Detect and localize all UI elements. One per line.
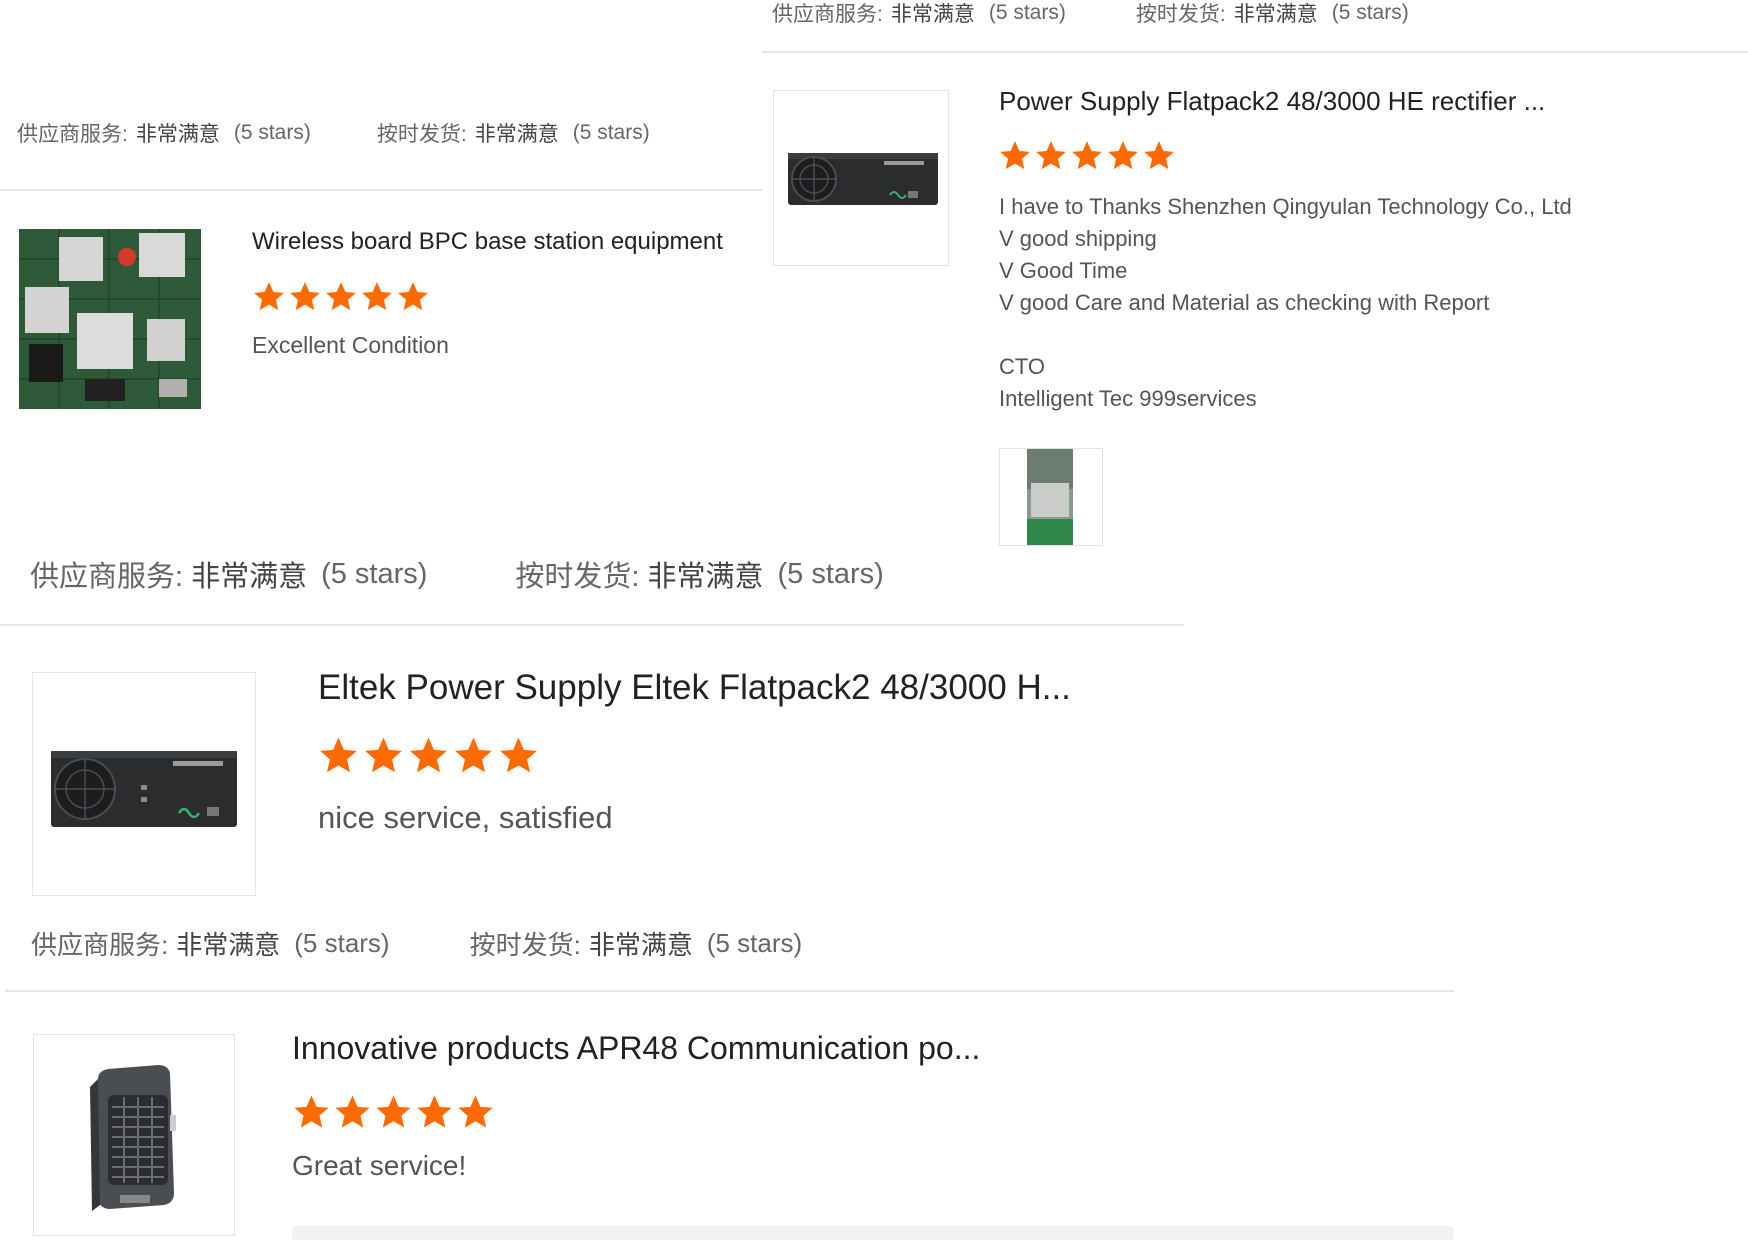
shipping-value: 非常满意 bbox=[647, 561, 764, 593]
product-title[interactable]: Power Supply Flatpack2 48/3000 HE rectif… bbox=[999, 86, 1545, 117]
shipping-value: 非常满意 bbox=[588, 930, 693, 960]
rectifier-module-image bbox=[33, 673, 255, 895]
shipping-value: 非常满意 bbox=[1233, 3, 1318, 26]
star-icon bbox=[254, 282, 284, 311]
supplier-service-label: 供应商服务: bbox=[30, 561, 184, 593]
rectifier-module-image bbox=[774, 91, 948, 265]
supplier-service-stars-text: (5 stars) bbox=[988, 1, 1066, 24]
customer-photo-image bbox=[1000, 449, 1102, 545]
review-text: I have to Thanks Shenzhen Qingyulan Tech… bbox=[999, 191, 1572, 415]
product-title[interactable]: Innovative products APR48 Communication … bbox=[292, 1030, 980, 1067]
shipping-label: 按时发货: bbox=[376, 123, 467, 146]
input-area-edge bbox=[292, 1226, 1454, 1240]
divider bbox=[762, 51, 1748, 53]
supplier-service-stars-text: (5 stars) bbox=[294, 928, 390, 958]
star-icon bbox=[500, 737, 537, 773]
supplier-service-stars-text: (5 stars) bbox=[233, 121, 311, 144]
shipping-label: 按时发货: bbox=[515, 561, 640, 593]
supplier-service-value: 非常满意 bbox=[890, 3, 975, 26]
star-icon bbox=[1108, 141, 1138, 170]
circuit-board-image bbox=[19, 229, 201, 409]
divider bbox=[0, 189, 762, 191]
apr48-rectifier-image bbox=[34, 1035, 234, 1235]
review-line: V good shipping bbox=[999, 226, 1157, 251]
shipping-stars-text: (5 stars) bbox=[777, 557, 884, 590]
star-icon bbox=[376, 1095, 411, 1128]
star-icon bbox=[320, 737, 357, 773]
star-rating bbox=[997, 139, 1177, 173]
product-title[interactable]: Wireless board BPC base station equipmen… bbox=[252, 228, 723, 256]
star-icon bbox=[335, 1095, 370, 1128]
star-icon bbox=[455, 737, 492, 773]
star-icon bbox=[1144, 141, 1174, 170]
supplier-service-value: 非常满意 bbox=[191, 561, 308, 593]
review-line: I have to Thanks Shenzhen Qingyulan Tech… bbox=[999, 194, 1572, 219]
supplier-service-value: 非常满意 bbox=[176, 930, 281, 960]
review-line: V Good Time bbox=[999, 258, 1128, 283]
rating-summary-row: 供应商服务: 非常满意 (5 stars) 按时发货: 非常满意 (5 star… bbox=[31, 925, 802, 962]
shipping-value: 非常满意 bbox=[474, 123, 559, 146]
star-icon bbox=[410, 737, 447, 773]
star-rating bbox=[316, 735, 541, 777]
star-icon bbox=[290, 282, 320, 311]
shipping-stars-text: (5 stars) bbox=[572, 121, 650, 144]
supplier-service-label: 供应商服务: bbox=[772, 3, 883, 26]
star-icon bbox=[1072, 141, 1102, 170]
shipping-stars-text: (5 stars) bbox=[1331, 1, 1409, 24]
divider bbox=[0, 624, 1184, 626]
divider bbox=[5, 990, 1454, 992]
shipping-label: 按时发货: bbox=[1135, 3, 1226, 26]
product-image[interactable] bbox=[32, 672, 256, 896]
star-rating bbox=[251, 280, 431, 314]
star-icon bbox=[294, 1095, 329, 1128]
product-title[interactable]: Eltek Power Supply Eltek Flatpack2 48/30… bbox=[318, 668, 1071, 708]
review-line: Intelligent Tec 999services bbox=[999, 386, 1257, 411]
supplier-service-label: 供应商服务: bbox=[31, 930, 169, 960]
rating-summary-row: 供应商服务: 非常满意 (5 stars) 按时发货: 非常满意 (5 star… bbox=[17, 118, 650, 148]
product-image[interactable] bbox=[19, 229, 201, 409]
star-icon bbox=[365, 737, 402, 773]
supplier-service-label: 供应商服务: bbox=[17, 123, 128, 146]
supplier-service-value: 非常满意 bbox=[135, 123, 220, 146]
star-icon bbox=[417, 1095, 452, 1128]
review-text: nice service, satisfied bbox=[318, 800, 613, 835]
product-image[interactable] bbox=[33, 1034, 235, 1236]
star-icon bbox=[326, 282, 356, 311]
review-line: CTO bbox=[999, 354, 1046, 379]
product-image[interactable] bbox=[773, 90, 949, 266]
star-icon bbox=[1036, 141, 1066, 170]
star-icon bbox=[458, 1095, 493, 1128]
supplier-service-stars-text: (5 stars) bbox=[321, 557, 428, 590]
customer-photo-thumbnail[interactable] bbox=[999, 448, 1103, 546]
review-text: Excellent Condition bbox=[252, 332, 449, 358]
star-rating bbox=[291, 1093, 496, 1132]
rating-summary-row: 供应商服务: 非常满意 (5 stars) 按时发货: 非常满意 (5 star… bbox=[772, 0, 1409, 28]
review-line: V good Care and Material as checking wit… bbox=[999, 290, 1490, 315]
rating-summary-row: 供应商服务: 非常满意 (5 stars) 按时发货: 非常满意 (5 star… bbox=[30, 553, 884, 595]
star-icon bbox=[362, 282, 392, 311]
shipping-stars-text: (5 stars) bbox=[706, 928, 803, 958]
review-line bbox=[999, 319, 1572, 351]
star-icon bbox=[1000, 141, 1030, 170]
star-icon bbox=[398, 282, 428, 311]
review-text: Great service! bbox=[292, 1150, 467, 1181]
shipping-label: 按时发货: bbox=[469, 930, 581, 960]
